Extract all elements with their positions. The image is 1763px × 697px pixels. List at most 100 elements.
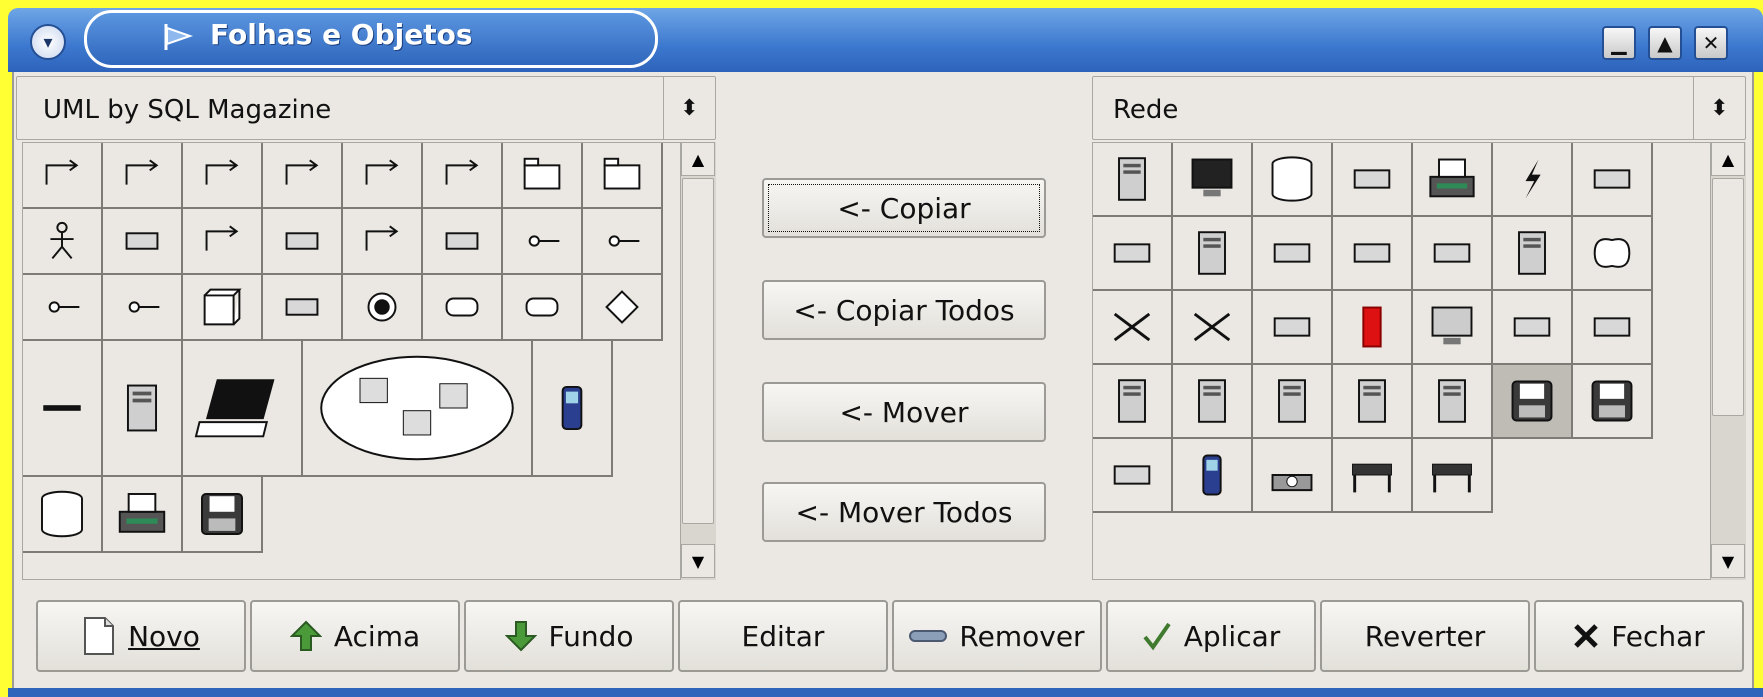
uml-use-case-icon[interactable] xyxy=(103,209,183,275)
uml-required-interface-icon[interactable] xyxy=(583,209,663,275)
left-scrollbar[interactable]: ▲ ▼ xyxy=(680,142,716,580)
server-tower-icon[interactable] xyxy=(103,341,183,477)
down-button[interactable]: Fundo xyxy=(464,600,674,672)
tower-pc2-icon[interactable] xyxy=(1173,365,1253,439)
uml-required-port-icon[interactable] xyxy=(103,275,183,341)
plotter-icon[interactable] xyxy=(1333,439,1413,513)
uml-dashed-message-icon[interactable] xyxy=(423,143,503,209)
floppy-dark-icon[interactable] xyxy=(1493,365,1573,439)
mobile-phone-icon[interactable] xyxy=(1173,439,1253,513)
uml-state-icon[interactable] xyxy=(423,275,503,341)
apply-button[interactable]: Aplicar xyxy=(1106,600,1316,672)
telephone-icon[interactable] xyxy=(1253,439,1333,513)
antenna-tower-icon[interactable] xyxy=(1493,217,1573,291)
small-hub-icon xyxy=(1513,317,1551,337)
minimize-icon: ▁ xyxy=(1611,31,1627,55)
floppy-disk-icon[interactable] xyxy=(183,477,263,553)
scroll-down-icon[interactable]: ▼ xyxy=(1711,544,1745,578)
uml-small-package-icon[interactable] xyxy=(503,143,583,209)
uml-boundary-icon[interactable] xyxy=(263,275,343,341)
uml-fork-bar-icon[interactable] xyxy=(23,341,103,477)
remove-label: Remover xyxy=(959,619,1085,653)
uml-branch-icon[interactable] xyxy=(583,275,663,341)
uml-node-icon[interactable] xyxy=(183,275,263,341)
network-card-icon xyxy=(1593,317,1631,337)
uml-actor-icon[interactable] xyxy=(23,209,103,275)
copy-all-button[interactable]: <- Copiar Todos xyxy=(762,280,1046,340)
uml-component-icon[interactable] xyxy=(423,209,503,275)
firewall-icon[interactable] xyxy=(1333,291,1413,365)
monitor-icon[interactable] xyxy=(1173,143,1253,217)
mobile-phone-icon[interactable] xyxy=(533,341,613,477)
cloud-icon[interactable] xyxy=(1573,217,1653,291)
token-ring-icon[interactable] xyxy=(1333,217,1413,291)
disk-cylinder-icon[interactable] xyxy=(1253,143,1333,217)
wan-link-icon[interactable] xyxy=(1573,143,1653,217)
tower-pc3-icon[interactable] xyxy=(1253,365,1333,439)
uml-object-icon xyxy=(285,232,319,250)
scanner-icon[interactable] xyxy=(1093,439,1173,513)
network-card-icon[interactable] xyxy=(1573,291,1653,365)
uml-lifeline-icon[interactable] xyxy=(183,209,263,275)
lightning-bolt-icon[interactable] xyxy=(1493,143,1573,217)
floppy-dark-icon xyxy=(1511,380,1553,422)
plotter-icon xyxy=(1352,463,1392,493)
uml-interface-icon[interactable] xyxy=(503,209,583,275)
desk-plotter-icon[interactable] xyxy=(1413,439,1493,513)
floppy-dark2-icon[interactable] xyxy=(1573,365,1653,439)
server-icon[interactable] xyxy=(1093,143,1173,217)
atm-switch-icon[interactable] xyxy=(1253,291,1333,365)
uml-association-line-icon[interactable] xyxy=(183,143,263,209)
router-flat-icon[interactable] xyxy=(1413,217,1493,291)
move-all-button[interactable]: <- Mover Todos xyxy=(762,482,1046,542)
uml-constraint-line-icon[interactable] xyxy=(343,143,423,209)
uml-large-package-icon[interactable] xyxy=(583,143,663,209)
revert-button[interactable]: Reverter xyxy=(1320,600,1530,672)
right-scrollbar[interactable]: ▲ ▼ xyxy=(1710,142,1746,580)
uml-activity-icon[interactable] xyxy=(503,275,583,341)
close-button[interactable]: Fechar xyxy=(1534,600,1744,672)
edit-button[interactable]: Editar xyxy=(678,600,888,672)
uml-final-state-icon[interactable] xyxy=(343,275,423,341)
uml-provided-port-icon[interactable] xyxy=(23,275,103,341)
small-hub-icon[interactable] xyxy=(1493,291,1573,365)
right-sheet-select[interactable]: Rede ⬍ xyxy=(1092,76,1746,140)
close-window-button[interactable]: ✕ xyxy=(1694,26,1728,60)
database-cylinder-icon[interactable] xyxy=(23,477,103,553)
minimize-button[interactable]: ▁ xyxy=(1602,26,1636,60)
uml-implements-line-icon[interactable] xyxy=(103,143,183,209)
uml-object-icon[interactable] xyxy=(263,209,343,275)
right-scroll-thumb[interactable] xyxy=(1712,178,1744,416)
modem-icon[interactable] xyxy=(1093,217,1173,291)
new-button[interactable]: Novo xyxy=(36,600,246,672)
remove-button[interactable]: Remover xyxy=(892,600,1102,672)
printer-icon[interactable] xyxy=(1413,143,1493,217)
scroll-up-icon[interactable]: ▲ xyxy=(681,142,715,176)
uml-component-icon xyxy=(445,232,479,250)
move-button[interactable]: <- Mover xyxy=(762,382,1046,442)
hub-icon[interactable] xyxy=(1333,143,1413,217)
up-button[interactable]: Acima xyxy=(250,600,460,672)
switch-small-icon[interactable] xyxy=(1253,217,1333,291)
scroll-down-icon[interactable]: ▼ xyxy=(681,544,715,578)
uml-message-line-icon[interactable] xyxy=(263,143,343,209)
rack-icon[interactable] xyxy=(1173,217,1253,291)
tower-pc5-icon[interactable] xyxy=(1413,365,1493,439)
uml-dependency-line-icon[interactable] xyxy=(23,143,103,209)
network-cloud-icon[interactable] xyxy=(303,341,533,477)
laptop-icon[interactable] xyxy=(183,341,303,477)
uml-message-arrow-icon[interactable] xyxy=(343,209,423,275)
left-scroll-thumb[interactable] xyxy=(682,178,714,524)
tower-pc4-icon[interactable] xyxy=(1333,365,1413,439)
crt-monitor-icon[interactable] xyxy=(1413,291,1493,365)
printer-icon[interactable] xyxy=(103,477,183,553)
window-menu-icon[interactable]: ▾ xyxy=(30,24,66,60)
tower-pc-icon[interactable] xyxy=(1093,365,1173,439)
floppy-disk-icon xyxy=(201,493,243,535)
crossover-arrows-icon[interactable] xyxy=(1093,291,1173,365)
left-sheet-select[interactable]: UML by SQL Magazine ⬍ xyxy=(16,76,716,140)
x-connector-icon[interactable] xyxy=(1173,291,1253,365)
maximize-button[interactable]: ▲ xyxy=(1648,26,1682,60)
copy-button[interactable]: <- Copiar xyxy=(762,178,1046,238)
scroll-up-icon[interactable]: ▲ xyxy=(1711,142,1745,176)
